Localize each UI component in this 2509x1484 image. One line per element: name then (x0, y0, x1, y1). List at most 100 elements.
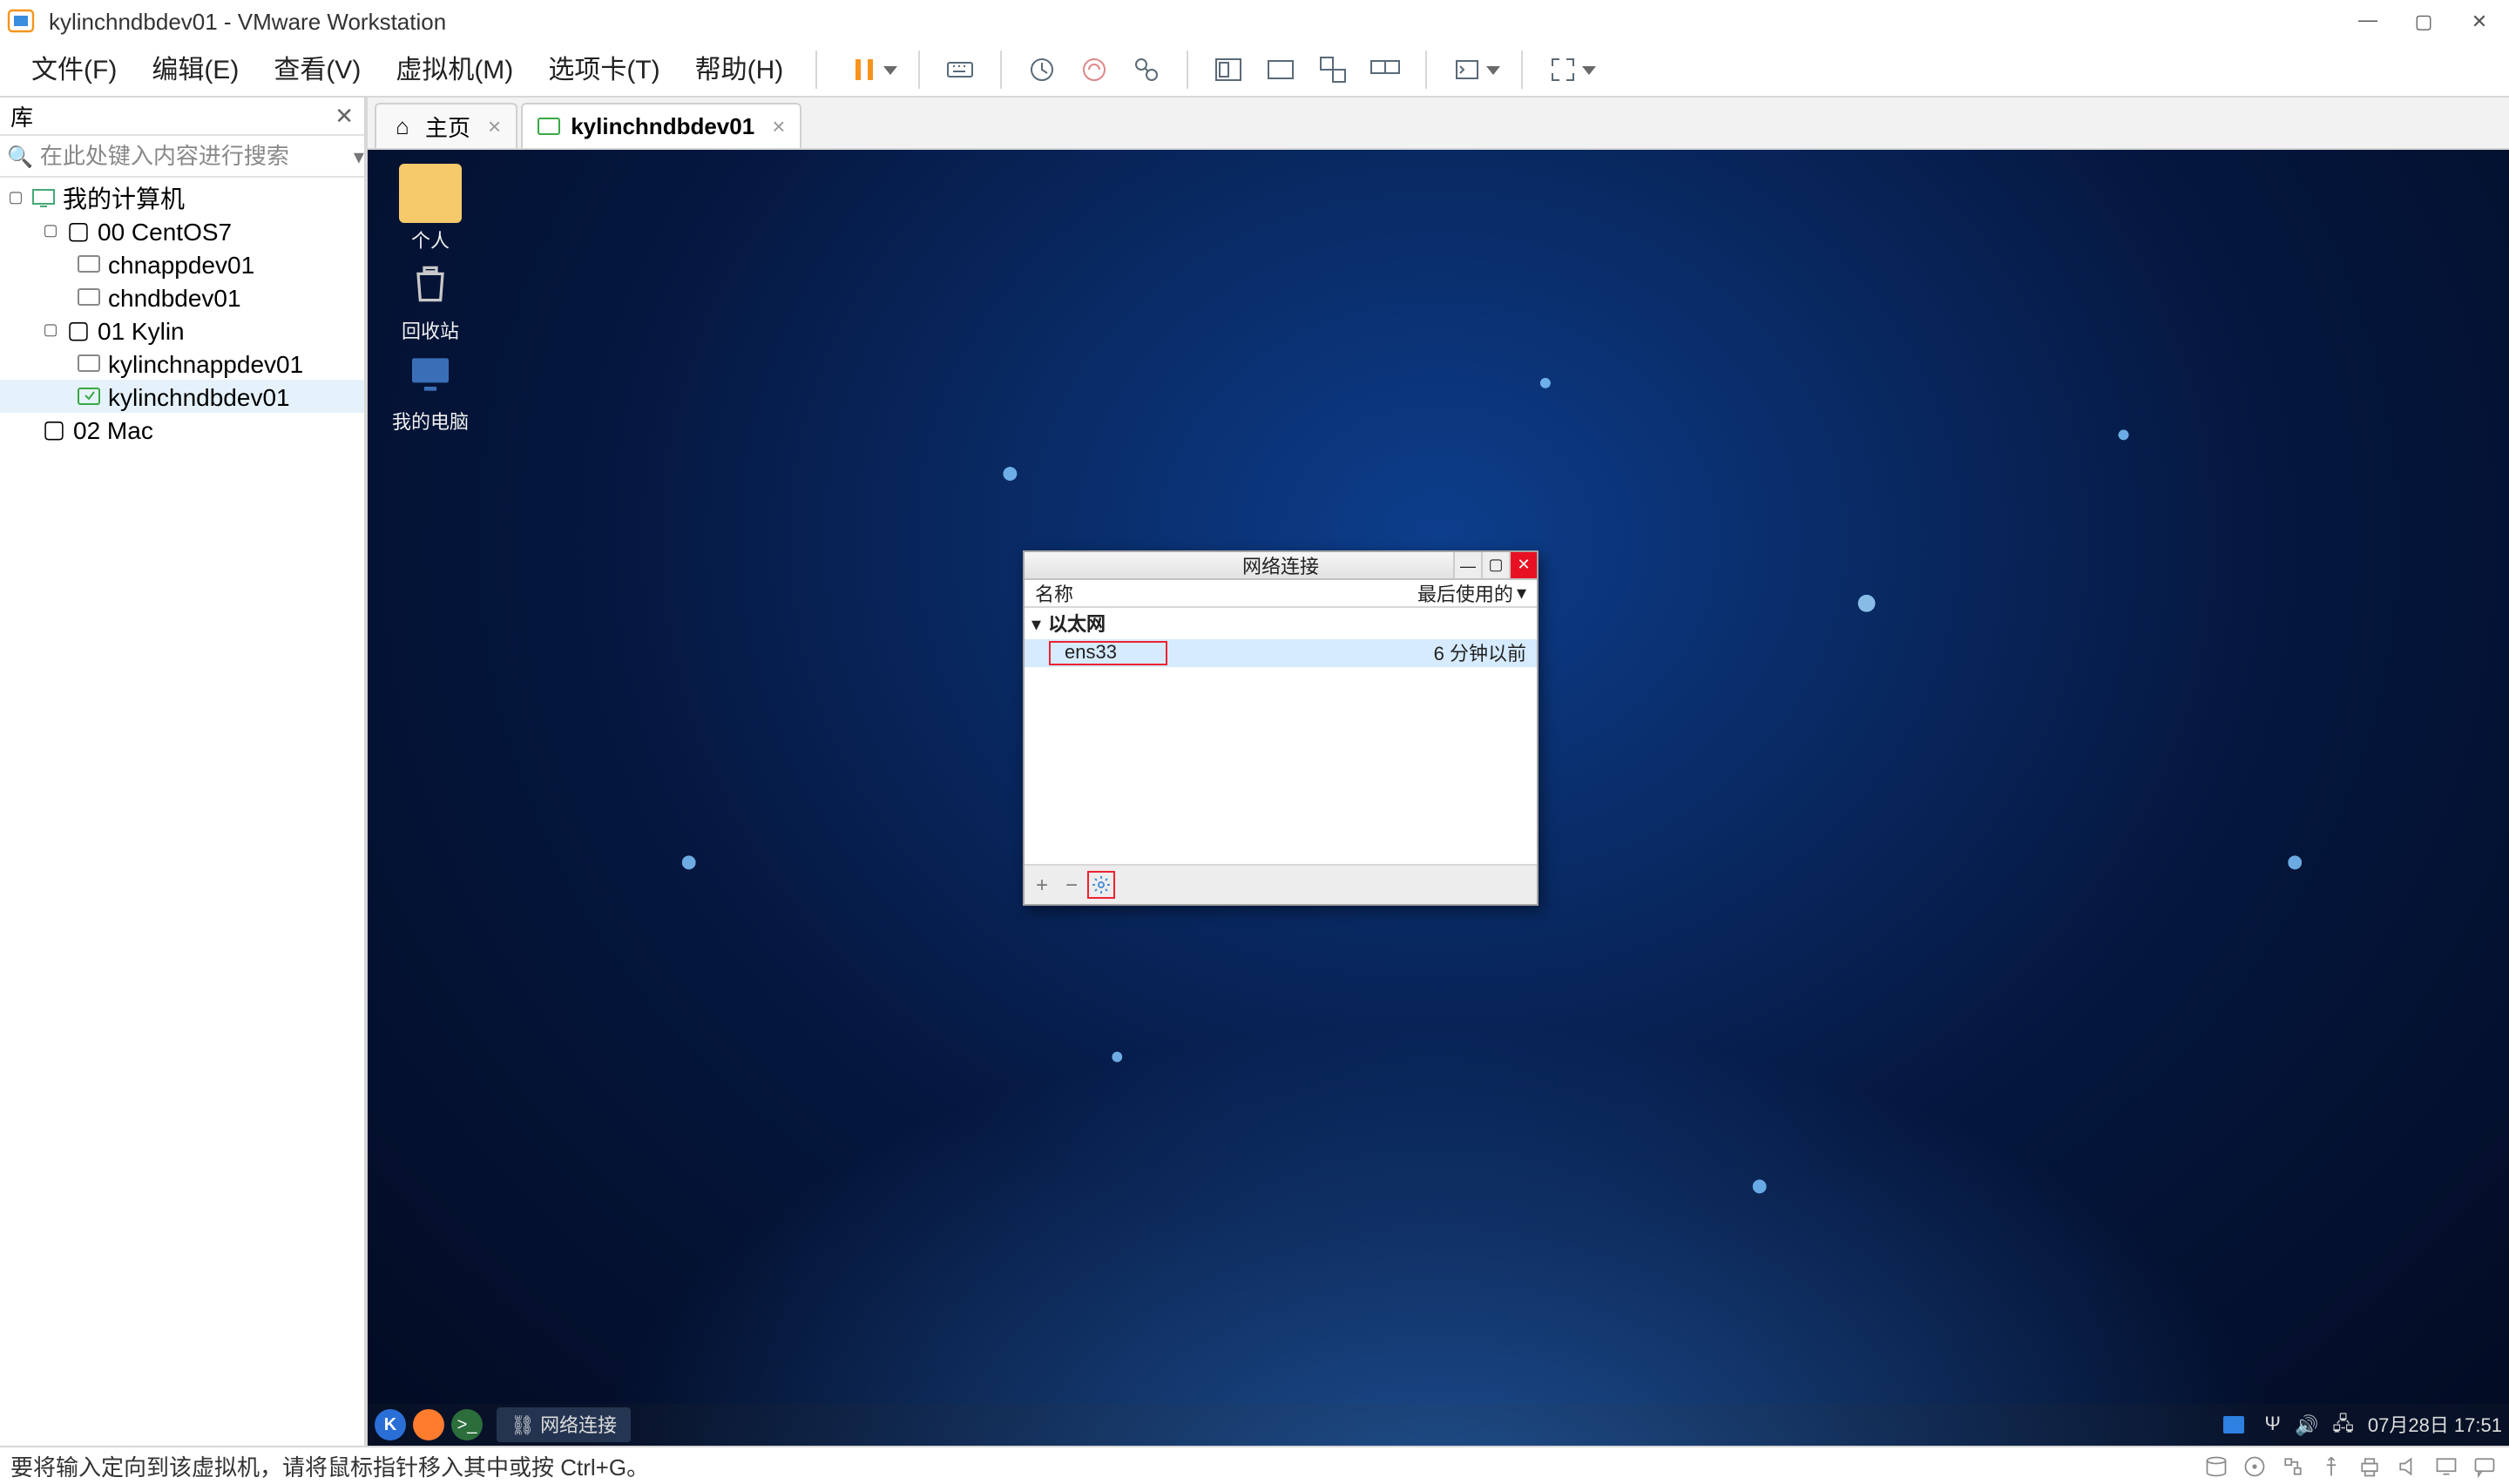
snapshot-manager-button[interactable] (1126, 50, 1165, 88)
connection-last-used: 6 分钟以前 (1434, 639, 1526, 667)
library-search: 🔍 ▾ (0, 136, 364, 178)
send-ctrl-alt-del-button[interactable] (940, 50, 978, 88)
tree-group-mac[interactable]: ▢ 02 Mac (0, 413, 364, 446)
library-panel: 库 ✕ 🔍 ▾ ▢ 我的计算机 ▢ ▢ 00 CentOS7 chnappdev… (0, 98, 366, 1446)
snapshot-take-button[interactable] (1022, 50, 1060, 88)
dialog-title: 网络连接 (1242, 551, 1319, 579)
network-icon: ⛓ (511, 1416, 535, 1437)
app-icon (7, 7, 35, 35)
tree-vm-chndbdev01[interactable]: chndbdev01 (0, 280, 364, 314)
status-device-icons (2202, 1452, 2499, 1480)
column-last-used[interactable]: 最后使用的 ▾ (1417, 579, 1526, 607)
menu-file[interactable]: 文件(F) (14, 44, 134, 94)
dialog-minimize-button[interactable]: — (1453, 552, 1481, 578)
desktop-icon-personal[interactable]: 个人 (392, 164, 469, 254)
tree-group-centos[interactable]: ▢ ▢ 00 CentOS7 (0, 214, 364, 247)
tray-usb-icon[interactable]: Ψ (2265, 1414, 2281, 1435)
connection-group-row[interactable]: ▾ 以太网 (1025, 608, 1537, 639)
folder-icon: ▢ (66, 318, 91, 342)
column-name[interactable]: 名称 (1035, 579, 1417, 607)
power-button[interactable] (844, 50, 896, 88)
library-title: 库 (10, 99, 33, 132)
folder-icon: ▢ (66, 219, 91, 243)
multi-monitor-button[interactable] (1365, 50, 1403, 88)
minimize-button[interactable]: — (2356, 9, 2380, 33)
dialog-maximize-button[interactable]: ▢ (1481, 552, 1509, 578)
search-dropdown-icon[interactable]: ▾ (354, 144, 364, 168)
unity-button[interactable] (1313, 50, 1351, 88)
vm-running-icon (536, 114, 560, 138)
add-connection-button[interactable]: + (1028, 871, 1056, 899)
menu-tabs[interactable]: 选项卡(T) (531, 44, 677, 94)
tab-vm[interactable]: kylinchndbdev01 × (520, 103, 801, 148)
tab-home[interactable]: ⌂ 主页 × (375, 103, 517, 148)
network-connections-dialog[interactable]: 网络连接 — ▢ ✕ 名称 最后使用的 ▾ ▾ (1023, 550, 1539, 906)
tray-network-icon[interactable]: 🖧 (2332, 1408, 2354, 1441)
tray-volume-icon[interactable]: 🔊 (2295, 1413, 2318, 1436)
dialog-window-controls: — ▢ ✕ (1453, 552, 1537, 578)
dialog-titlebar[interactable]: 网络连接 — ▢ ✕ (1025, 552, 1537, 580)
guest-desktop[interactable]: 个人 回收站 我的电脑 网络连接 — ▢ ✕ (368, 150, 2509, 1446)
trash-icon (399, 254, 462, 314)
dialog-column-headers: 名称 最后使用的 ▾ (1025, 580, 1537, 608)
firefox-icon[interactable] (413, 1409, 444, 1440)
search-input[interactable] (40, 143, 347, 169)
fullscreen-button[interactable] (1543, 50, 1595, 88)
menu-edit[interactable]: 编辑(E) (134, 44, 256, 94)
tree-group-kylin[interactable]: ▢ ▢ 01 Kylin (0, 314, 364, 347)
taskbar-app-network[interactable]: ⛓ 网络连接 (497, 1407, 631, 1442)
window-controls: — ▢ ✕ (2356, 9, 2502, 33)
vm-running-icon (77, 384, 101, 408)
library-tree: ▢ 我的计算机 ▢ ▢ 00 CentOS7 chnappdev01 chndb… (0, 178, 364, 449)
desktop-icon-trash[interactable]: 回收站 (392, 254, 469, 345)
status-printer-icon[interactable] (2356, 1452, 2384, 1480)
desktop-icon-personal-label: 个人 (392, 226, 469, 254)
status-messages-icon[interactable] (2471, 1452, 2499, 1480)
snapshot-revert-button[interactable] (1074, 50, 1112, 88)
tab-vm-close[interactable]: × (772, 113, 785, 139)
status-display-icon[interactable] (2432, 1452, 2460, 1480)
status-network-icon[interactable] (2279, 1452, 2307, 1480)
sort-down-icon: ▾ (1517, 582, 1526, 604)
quick-switch-button[interactable] (1447, 50, 1499, 88)
maximize-button[interactable]: ▢ (2411, 9, 2436, 33)
tree-vm-chnappdev01[interactable]: chnappdev01 (0, 247, 364, 280)
tab-vm-label: kylinchndbdev01 (571, 113, 754, 139)
menu-view[interactable]: 查看(V) (256, 44, 378, 94)
desktop-icon-computer[interactable]: 我的电脑 (392, 345, 469, 435)
edit-connection-button[interactable] (1087, 871, 1115, 899)
library-close-button[interactable]: ✕ (335, 102, 354, 130)
tree-vm-kylinchndbdev01-label: kylinchndbdev01 (108, 382, 290, 410)
console-view-button[interactable] (1261, 50, 1299, 88)
remove-connection-button[interactable]: − (1058, 871, 1085, 899)
host-statusbar: 要将输入定向到该虚拟机，请将鼠标指针移入其中或按 Ctrl+G。 (0, 1446, 2509, 1484)
monitor-icon (31, 186, 56, 210)
terminal-icon[interactable]: >_ (451, 1409, 483, 1440)
close-button[interactable]: ✕ (2467, 9, 2492, 33)
separator (999, 50, 1001, 88)
status-hdd-icon[interactable] (2202, 1452, 2230, 1480)
start-menu-button[interactable]: K (375, 1409, 406, 1440)
connection-row-ens33[interactable]: ens33 6 分钟以前 (1025, 639, 1537, 667)
tree-root[interactable]: ▢ 我的计算机 (0, 181, 364, 214)
tree-group-mac-label: 02 Mac (73, 415, 153, 443)
tree-vm-kylinchndbdev01[interactable]: kylinchndbdev01 (0, 380, 364, 413)
show-desktop-button[interactable] (2223, 1416, 2244, 1433)
status-usb-icon[interactable] (2317, 1452, 2345, 1480)
menu-vm[interactable]: 虚拟机(M) (378, 44, 531, 94)
status-cd-icon[interactable] (2241, 1452, 2269, 1480)
dialog-close-button[interactable]: ✕ (1509, 552, 1537, 578)
folder-icon: ▢ (42, 417, 66, 442)
status-sound-icon[interactable] (2394, 1452, 2422, 1480)
fit-guest-button[interactable] (1208, 50, 1247, 88)
connection-name: ens33 (1049, 641, 1167, 665)
status-text: 要将输入定向到该虚拟机，请将鼠标指针移入其中或按 Ctrl+G。 (10, 1449, 649, 1482)
guest-tray: Ψ 🔊 🖧 07月28日 17:51 (2265, 1408, 2502, 1441)
tab-home-close[interactable]: × (488, 113, 501, 139)
tree-vm-chnappdev01-label: chnappdev01 (108, 250, 254, 278)
menu-help[interactable]: 帮助(H) (678, 44, 801, 94)
separator (917, 50, 919, 88)
tray-clock[interactable]: 07月28日 17:51 (2368, 1411, 2502, 1439)
tree-vm-chndbdev01-label: chndbdev01 (108, 283, 241, 311)
tree-vm-kylinchnappdev01[interactable]: kylinchnappdev01 (0, 347, 364, 380)
